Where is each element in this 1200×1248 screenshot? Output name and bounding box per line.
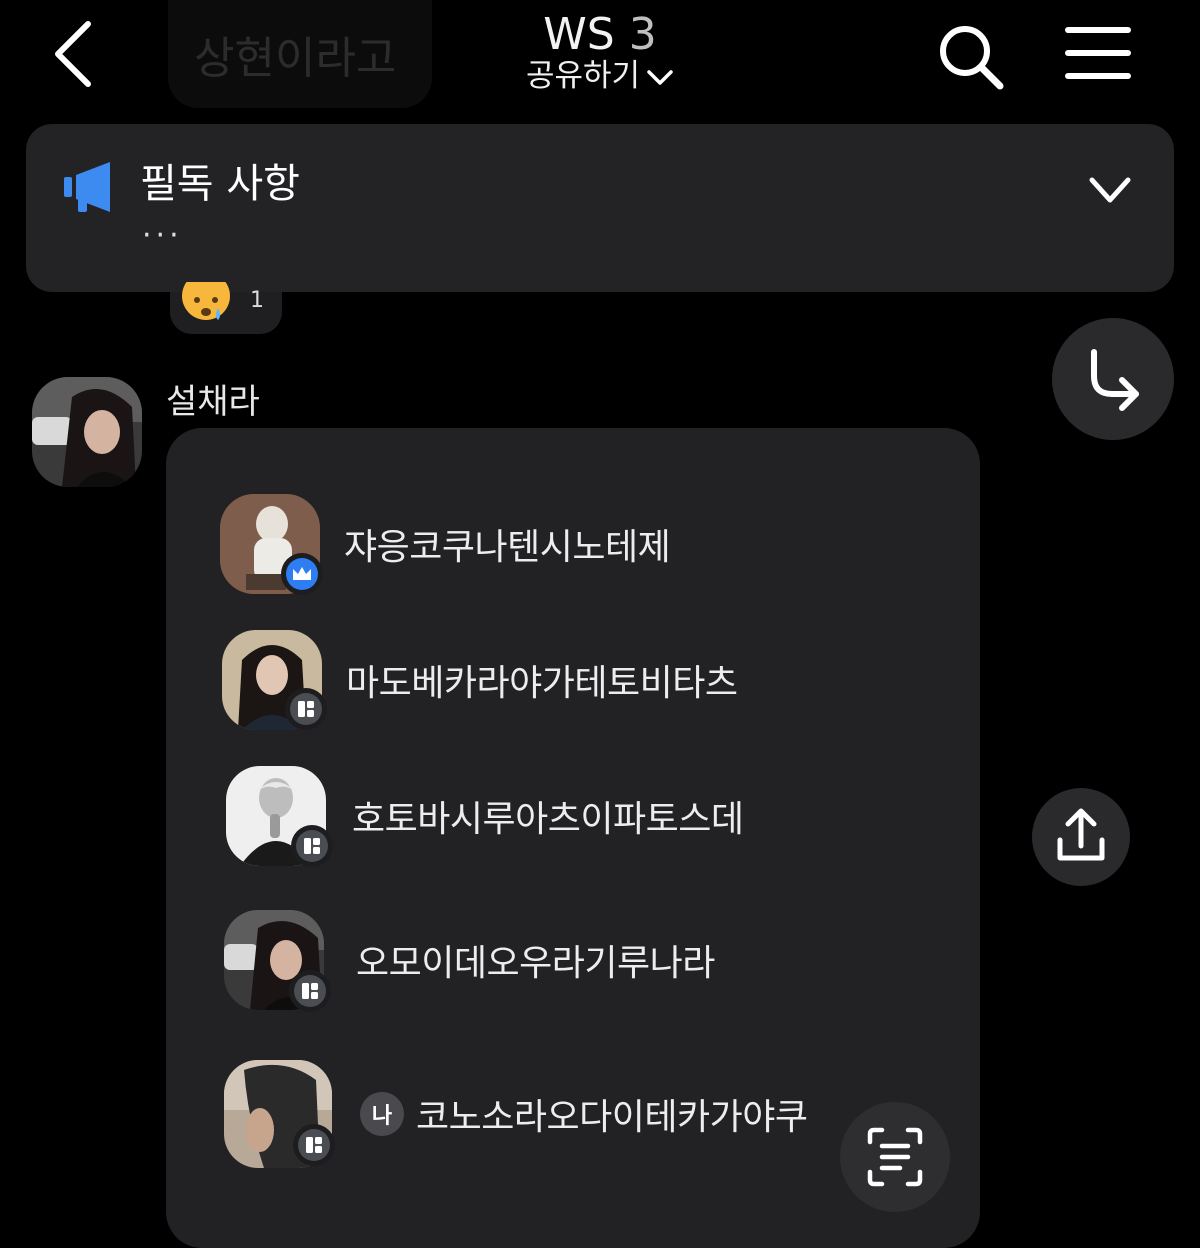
reaction-count: 1 [250,288,264,313]
share-button[interactable] [1032,788,1130,886]
sad-face-emoji-icon [180,272,232,326]
profile-card-icon [294,975,326,1007]
member-name: 마도베카라야가테토비타츠 [346,663,738,704]
sender-name: 설채라 [166,382,260,422]
member-name: 오모이데오우라기루나라 [356,943,715,984]
megaphone-icon [60,160,116,216]
chat-name: WS [543,9,615,60]
chevron-down-icon [646,60,674,96]
member-badge [291,825,333,867]
sender-avatar[interactable] [32,377,142,487]
scan-text-button[interactable] [840,1102,950,1212]
profile-card-icon [290,693,322,725]
me-tag: 나 [360,1092,404,1136]
member-badge [293,1124,335,1166]
forward-arrow-icon [1091,349,1139,411]
profile-card-icon [298,1129,330,1161]
profile-card-icon [296,830,328,862]
search-icon [940,26,1004,90]
member-count: 3 [628,9,657,60]
share-upload-icon [1057,808,1105,861]
chat-title[interactable]: WS 3 [0,10,1200,60]
member-name: 쟈응코쿠나텐시노테제 [344,527,671,568]
notice-title: 필독 사항 [140,161,300,207]
forward-button[interactable] [1052,318,1174,440]
host-badge [281,553,323,595]
text-scan-icon [867,1127,923,1187]
share-dropdown[interactable]: 공유하기 [0,58,1200,96]
member-badge [289,970,331,1012]
member-name: 코노소라오다이테카가야쿠 [416,1097,808,1138]
chevron-down-icon [1089,177,1131,203]
share-label: 공유하기 [525,58,641,94]
hamburger-icon [1065,27,1131,79]
expand-notice-button[interactable] [1088,172,1132,208]
member-badge [285,688,327,730]
notice-preview: ··· [142,218,183,253]
member-name: 호토바시루아츠이파토스데 [352,799,744,840]
search-button[interactable] [936,22,1006,92]
menu-button[interactable] [1062,24,1134,82]
crown-icon [286,558,318,590]
